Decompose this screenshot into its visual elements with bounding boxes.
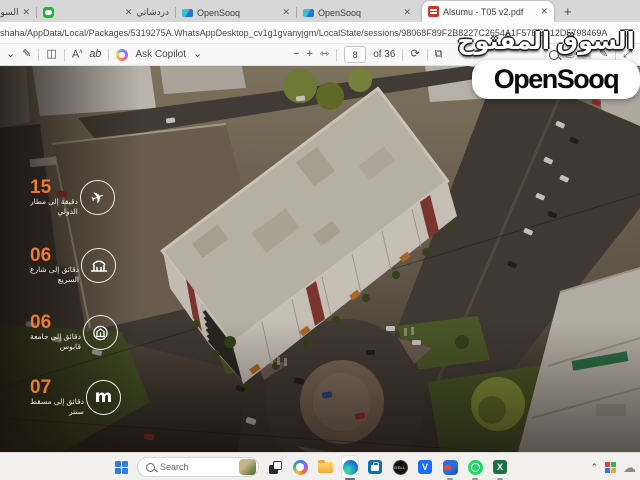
poi-line2: السريع: [57, 275, 80, 285]
fit-width-icon[interactable]: ⇿: [320, 49, 329, 60]
tab-title: السوق المفتوح: [0, 7, 19, 17]
tab-title: Alsumu - T05 v2.pdf: [443, 6, 524, 17]
tab-strip: السوق المفتوح ✕ ✕ دردشاتي OpenSooq ✕ Ope…: [0, 0, 640, 22]
tray-app-icon[interactable]: [605, 461, 616, 473]
dell-app-icon[interactable]: DELL: [391, 458, 409, 476]
close-icon[interactable]: ✕: [22, 8, 30, 17]
taskbar-search[interactable]: Search: [137, 457, 259, 477]
opensooq-arabic-logo: السوق المفتوح: [457, 28, 636, 55]
poi-line1: دقائق إلى جامعة: [30, 332, 81, 341]
whatsapp-favicon-icon: [43, 7, 54, 18]
zoom-in-icon[interactable]: +: [307, 49, 313, 60]
whatsapp-icon[interactable]: [466, 458, 484, 476]
tab-chats[interactable]: ✕ دردشاتي: [37, 3, 175, 22]
poi-line1: دقائق إلى مسقط: [30, 397, 84, 406]
browser-window: السوق المفتوح ✕ ✕ دردشاتي OpenSooq ✕ Ope…: [0, 0, 640, 480]
tab-pdf-active[interactable]: Alsumu - T05 v2.pdf ✕: [422, 1, 554, 22]
highlighter-icon[interactable]: ✎: [22, 49, 31, 60]
copilot-icon[interactable]: [116, 48, 129, 61]
poi-mall: 07 دقائق إلى مسقط سنتر m: [0, 377, 121, 417]
search-icon: [146, 462, 155, 472]
rotate-icon[interactable]: ⟳: [410, 49, 419, 60]
poi-line2: قابوس: [59, 342, 81, 352]
university-icon: [82, 315, 118, 351]
copilot-chevron-icon[interactable]: ⌄: [193, 49, 202, 60]
mall-m-icon: m: [85, 380, 121, 416]
tray-chevron-icon[interactable]: ⌃: [590, 462, 598, 473]
highway-icon: [81, 248, 117, 284]
tab-opensooq-arabic[interactable]: السوق المفتوح ✕: [0, 3, 36, 22]
menu-chevron-icon[interactable]: ⌄: [6, 49, 15, 60]
tab-opensooq-1[interactable]: OpenSooq ✕: [176, 3, 296, 22]
copilot-taskbar-icon[interactable]: [291, 458, 309, 476]
task-view-button[interactable]: [266, 458, 284, 476]
onedrive-cloud-icon[interactable]: ☁: [623, 461, 636, 474]
windows-taskbar: Search DELL V X ⌃ ☁: [0, 452, 640, 480]
edge-icon[interactable]: [341, 455, 359, 479]
opensooq-logo-pill: OpenSooq: [472, 60, 640, 99]
close-icon[interactable]: ✕: [540, 7, 548, 16]
poi-line1: دقيقة إلى مطار: [30, 197, 78, 206]
tab-opensooq-2[interactable]: OpenSooq ✕: [297, 3, 417, 22]
search-label: Search: [160, 462, 189, 472]
opensooq-logo-text: OpenSooq: [493, 64, 620, 94]
microsoft-store-icon[interactable]: [366, 458, 384, 476]
tab-title: OpenSooq: [318, 7, 362, 18]
excel-icon[interactable]: X: [491, 458, 509, 476]
pdf-page-content[interactable]: 15 دقيقة إلى مطار الدولي ✈ 06 دقائق إلى …: [0, 66, 640, 452]
airplane-icon: ✈: [79, 180, 115, 216]
new-tab-button[interactable]: +: [564, 4, 572, 19]
ask-copilot-button[interactable]: Ask Copilot: [135, 49, 186, 60]
page-total-label: of 36: [373, 49, 396, 60]
close-icon[interactable]: ✕: [125, 8, 133, 17]
photos-app-icon[interactable]: [441, 458, 459, 476]
tab-title: OpenSooq: [197, 7, 241, 18]
page-layout-icon[interactable]: ◫: [46, 49, 56, 60]
poi-airport: 15 دقيقة إلى مطار الدولي ✈: [0, 177, 115, 217]
poi-line1: دقائق إلى شارع: [30, 265, 80, 274]
tab-title: دردشاتي: [136, 7, 169, 17]
opensooq-favicon-icon: [182, 9, 193, 17]
poi-minutes: 06: [30, 312, 52, 333]
start-button[interactable]: [112, 458, 130, 476]
poi-minutes: 07: [30, 377, 52, 398]
page-view-icon[interactable]: ⧉: [435, 49, 443, 60]
poi-line2: سنتر: [69, 407, 84, 417]
dropbox-icon[interactable]: V: [416, 458, 434, 476]
page-number-input[interactable]: 8: [344, 46, 367, 63]
poi-minutes: 06: [30, 245, 52, 266]
poi-minutes: 15: [30, 177, 52, 198]
poi-line2: الدولي: [57, 207, 78, 217]
poi-highway: 06 دقائق إلى شارع السريع: [0, 245, 117, 285]
poi-university: 06 دقائق إلى جامعة قابوس: [0, 312, 118, 352]
file-explorer-icon[interactable]: [316, 458, 334, 476]
read-aloud-icon[interactable]: Aʌ: [72, 49, 82, 61]
close-icon[interactable]: ✕: [403, 8, 411, 17]
zoom-out-icon[interactable]: −: [293, 49, 299, 60]
translate-icon[interactable]: ab: [89, 49, 101, 60]
close-icon[interactable]: ✕: [282, 8, 290, 17]
search-highlight-thumbnail[interactable]: [239, 459, 256, 475]
opensooq-favicon-icon: [303, 9, 314, 17]
pdf-favicon-icon: [428, 6, 439, 17]
